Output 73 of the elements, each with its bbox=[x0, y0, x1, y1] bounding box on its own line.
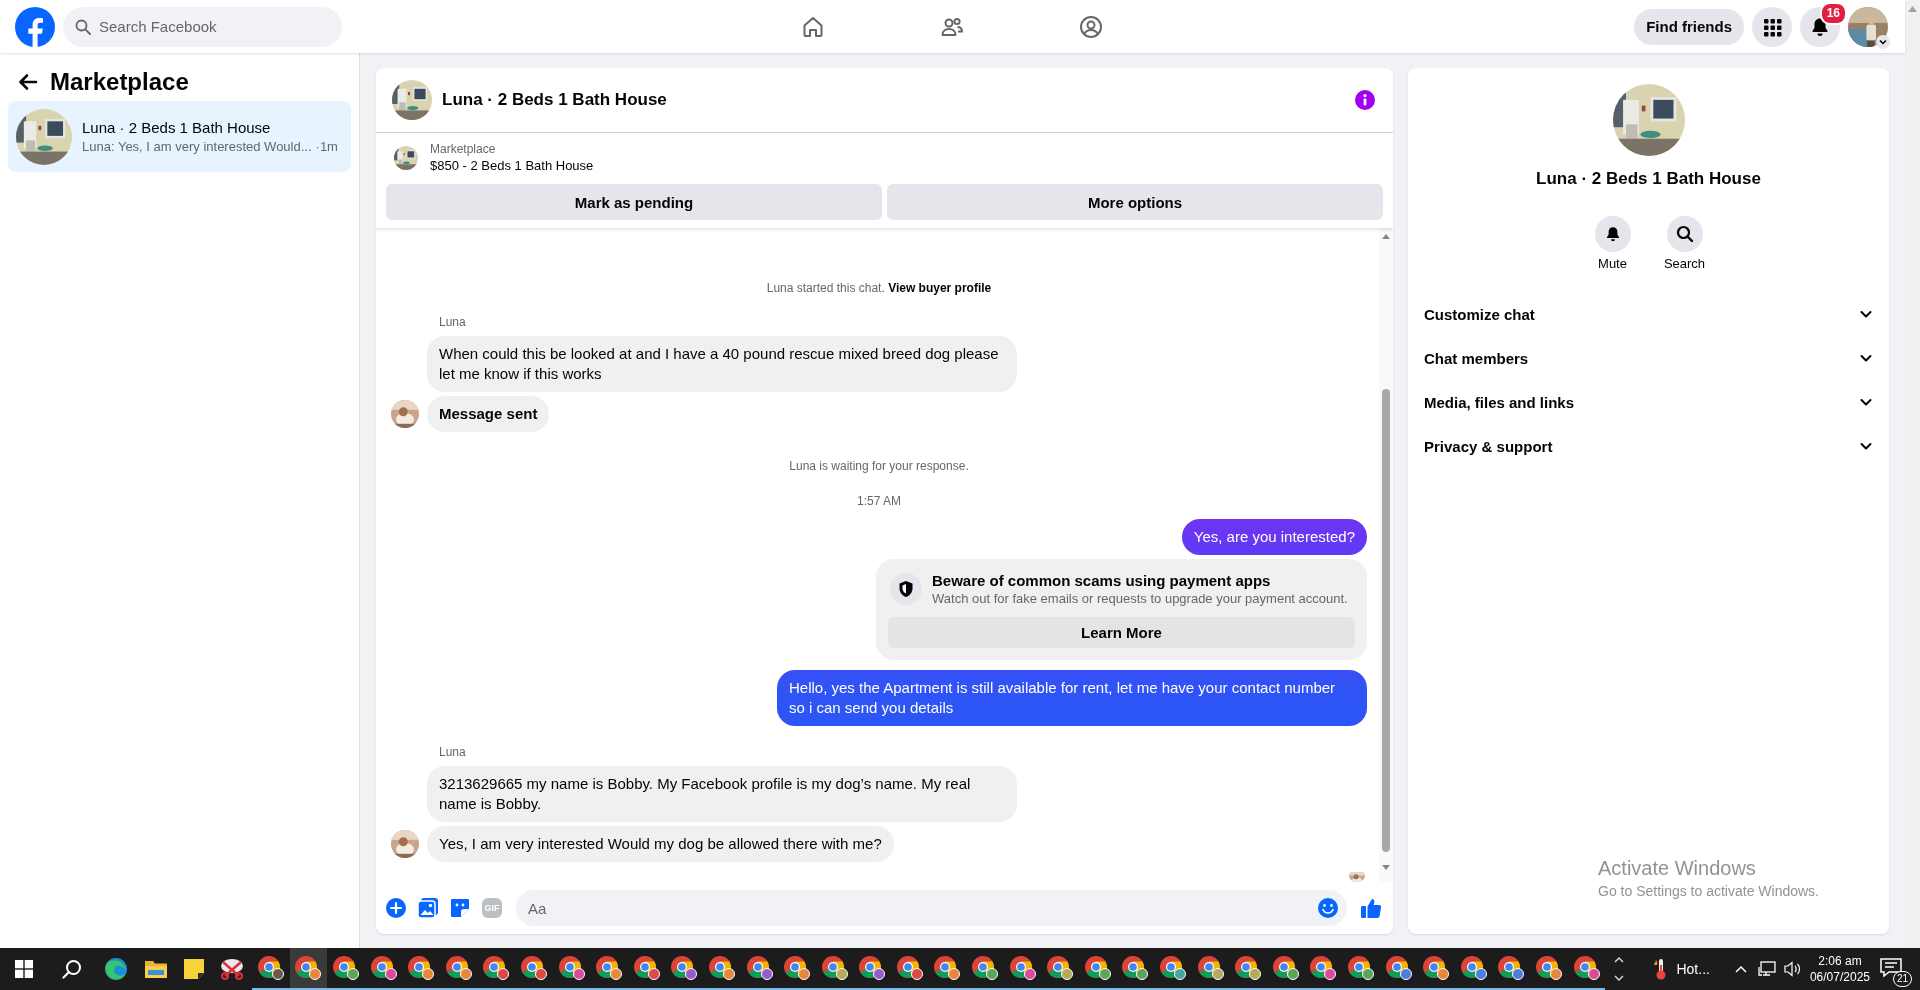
scroll-down-icon[interactable] bbox=[1382, 865, 1390, 870]
image-icon[interactable] bbox=[416, 896, 440, 920]
sticker-icon[interactable] bbox=[448, 896, 472, 920]
page-title: Marketplace bbox=[50, 68, 189, 96]
chat-title: Luna · 2 Beds 1 Bath House bbox=[442, 90, 668, 110]
activation-title: Activate Windows bbox=[1598, 856, 1757, 880]
conversation-title: Luna · 2 Beds 1 Bath House bbox=[82, 119, 272, 136]
shield-icon bbox=[890, 573, 922, 605]
search-field[interactable]: Search Facebook bbox=[63, 6, 342, 47]
conversation-title: Luna · 2 Beds 1 Bath House bbox=[1536, 168, 1761, 190]
folder-icon bbox=[144, 958, 168, 980]
action-label: Search bbox=[1663, 256, 1706, 272]
message-bubble: 3213629665 my name is Bobby. My Facebook profile is my dog’s name. My real name is Bobby. bbox=[427, 766, 1017, 822]
conversation-item[interactable]: Luna · 2 Beds 1 Bath House Luna: Yes, I am very interested Would... ·1m bbox=[8, 101, 351, 172]
volume-icon[interactable] bbox=[1783, 961, 1802, 977]
browser-icon bbox=[104, 957, 128, 981]
timestamp: 1:57 AM bbox=[857, 493, 901, 509]
section-header[interactable]: Customize chat bbox=[1416, 292, 1881, 336]
search-icon bbox=[75, 18, 91, 35]
section-header[interactable]: Privacy & support bbox=[1416, 424, 1881, 468]
logo-icon[interactable] bbox=[15, 6, 55, 47]
scrollbar-thumb[interactable] bbox=[1382, 389, 1390, 852]
scroll-up-icon[interactable] bbox=[1382, 234, 1390, 239]
sender-name: Luna bbox=[439, 314, 467, 330]
listing-label: Marketplace bbox=[430, 141, 497, 157]
profile-circle-icon[interactable] bbox=[1078, 14, 1103, 39]
system-message: Luna started this chat. View buyer profile bbox=[766, 280, 992, 296]
message-bubble: Message sent bbox=[427, 396, 550, 432]
mute-button[interactable] bbox=[1594, 216, 1631, 252]
grid-icon bbox=[1762, 16, 1782, 37]
notification-badge: 16 bbox=[1819, 1, 1847, 25]
message-bubble: Hello, yes the Apartment is still available for rent, let me have your contact number so i can send you details bbox=[777, 670, 1367, 726]
message-bubble: Yes, I am very interested Would my dog be allowed there with me? bbox=[427, 826, 894, 862]
action-button[interactable]: Mark as pending bbox=[386, 184, 882, 220]
sender-name: Luna bbox=[439, 744, 467, 760]
search-icon bbox=[1675, 225, 1694, 243]
action-button[interactable]: More options bbox=[887, 184, 1383, 220]
chevron-up-icon[interactable] bbox=[1733, 964, 1748, 974]
activation-text: Go to Settings to activate Windows. bbox=[1598, 882, 1819, 900]
network-icon[interactable] bbox=[1757, 961, 1776, 977]
warning-title: Beware of common scams using payment apps bbox=[932, 571, 1272, 590]
taskbar-button[interactable] bbox=[289, 948, 328, 990]
search-button[interactable] bbox=[1666, 216, 1703, 252]
listing-title: $850 - 2 Beds 1 Bath House bbox=[430, 157, 594, 174]
system-message: Luna is waiting for your response. bbox=[789, 458, 969, 474]
bell-icon bbox=[1604, 226, 1621, 242]
info-icon[interactable] bbox=[1355, 90, 1375, 110]
back-arrow-icon[interactable] bbox=[18, 72, 38, 92]
search-icon bbox=[62, 959, 82, 979]
message-bubble: Yes, are you interested? bbox=[1181, 519, 1367, 555]
windows-icon bbox=[15, 960, 33, 978]
clock-date[interactable]: 06/07/2025 bbox=[1809, 969, 1870, 985]
message-preview: Luna: Yes, I am very interested Would... bbox=[82, 139, 312, 154]
clock-time[interactable]: 2:06 am bbox=[1818, 953, 1862, 969]
warning-text: Watch out for fake emails or requests to upgrade your payment account. bbox=[932, 590, 1348, 607]
profile-link[interactable]: View buyer profile bbox=[888, 281, 992, 295]
message-field[interactable]: Aa bbox=[516, 890, 1347, 926]
plus-icon[interactable] bbox=[384, 896, 408, 920]
chevron-down-icon[interactable] bbox=[1876, 34, 1890, 49]
section-header[interactable]: Media, files and links bbox=[1416, 380, 1881, 424]
sticky-note-icon bbox=[183, 958, 205, 980]
action-label: Mute bbox=[1598, 256, 1627, 272]
learn-more-button[interactable]: Learn More bbox=[888, 617, 1355, 648]
thumbs-up-icon[interactable] bbox=[1359, 896, 1383, 920]
message-time: ·1m bbox=[315, 139, 338, 154]
find-friends-button[interactable]: Find friends bbox=[1634, 8, 1744, 45]
section-header[interactable]: Chat members bbox=[1416, 336, 1881, 380]
menu-button[interactable] bbox=[1752, 6, 1792, 47]
scissors-icon bbox=[219, 957, 245, 981]
emoji-icon[interactable] bbox=[1317, 897, 1339, 919]
notification-badge: 21 bbox=[1892, 971, 1912, 987]
weather-text[interactable]: Hot... bbox=[1676, 961, 1710, 977]
message-bubble: When could this be looked at and I have a 40 pound rescue mixed breed dog please let me know if this works bbox=[427, 336, 1017, 392]
